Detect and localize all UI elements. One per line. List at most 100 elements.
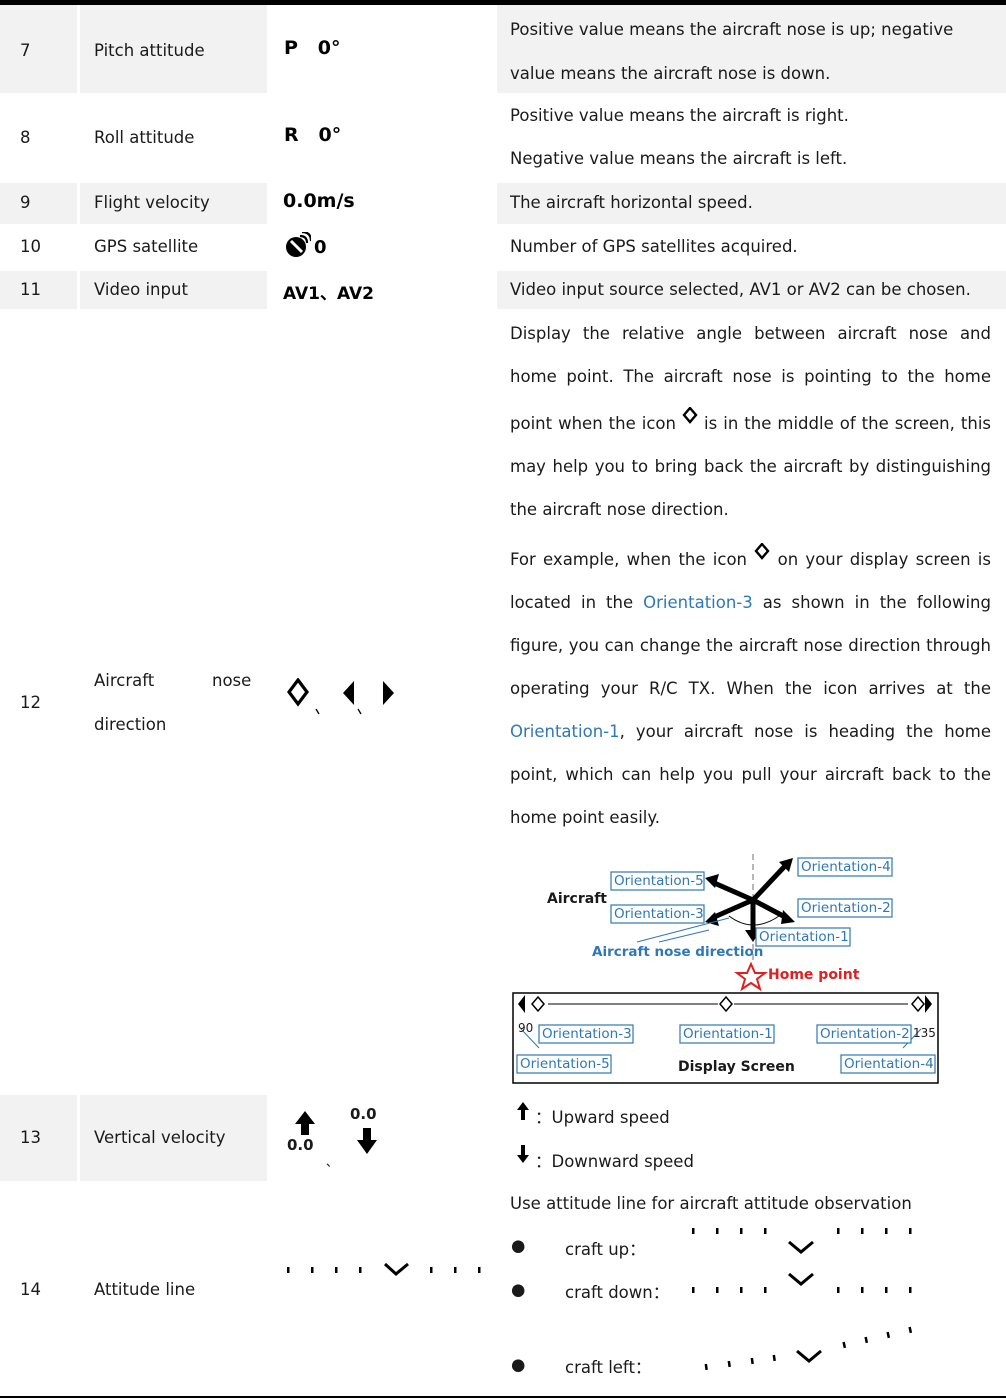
diamond-icon bbox=[682, 398, 698, 424]
pitch-symbol: P 0° bbox=[284, 37, 341, 59]
bullet: ● bbox=[511, 1236, 526, 1255]
row-number: 14 bbox=[20, 1280, 41, 1299]
row-11-number-cell: 11 bbox=[0, 271, 77, 309]
orientation-diagram-labels: Aircraft Orientation-5 Orientation-3 Ori… bbox=[497, 842, 1006, 1092]
down-arrow-icon bbox=[357, 1128, 377, 1154]
left-triangle-icon bbox=[343, 681, 354, 705]
row-name-part: nose bbox=[212, 671, 252, 690]
description-line: The aircraft horizontal speed. bbox=[510, 193, 753, 212]
craft-up-label: craft up： bbox=[565, 1240, 646, 1259]
screen-orientation-4-label: Orientation-4 bbox=[844, 1056, 934, 1072]
satellite-icon bbox=[286, 232, 311, 257]
description-line: Negative value means the aircraft is lef… bbox=[510, 149, 848, 168]
row-8-name-cell: Roll attitude bbox=[80, 96, 267, 180]
row-13-number-cell: 13 bbox=[0, 1095, 77, 1181]
up-arrow-icon bbox=[295, 1111, 315, 1135]
craft-down-label: craft down： bbox=[565, 1283, 670, 1302]
orientation-1-label: Orientation-1 bbox=[759, 929, 849, 945]
screen-orientation-3-label: Orientation-3 bbox=[542, 1026, 632, 1042]
row-number: 11 bbox=[20, 280, 41, 299]
row-7-number-cell: 7 bbox=[0, 5, 77, 93]
aircraft-label: Aircraft bbox=[547, 891, 607, 907]
orientation-3-link[interactable]: Orientation-3 bbox=[643, 593, 753, 612]
attitude-line-intro: Use attitude line for aircraft attitude … bbox=[510, 1194, 912, 1213]
row-9-description-cell: The aircraft horizontal speed. bbox=[497, 183, 1006, 224]
orientation-2-label: Orientation-2 bbox=[801, 900, 891, 916]
description-paragraph: For example, when the icon on your displ… bbox=[510, 534, 991, 839]
row-7-name-cell: Pitch attitude bbox=[80, 5, 267, 93]
row-8-description-cell: Positive value means the aircraft is rig… bbox=[497, 96, 1006, 180]
row-11-description-cell: Video input source selected, AV1 or AV2 … bbox=[497, 271, 1006, 309]
row-number: 9 bbox=[20, 193, 31, 212]
attitude-line-icon bbox=[287, 1262, 481, 1276]
satellite-count: 0 bbox=[314, 237, 327, 258]
row-number: 7 bbox=[20, 41, 31, 60]
row-10-name-cell: GPS satellite bbox=[80, 227, 267, 268]
row-number: 13 bbox=[20, 1128, 41, 1147]
row-12-symbol-cell bbox=[270, 312, 494, 1092]
row-10-symbol-cell: 0 bbox=[270, 227, 494, 268]
row-14-name-cell: Attitude line bbox=[80, 1184, 267, 1396]
row-14-symbol-cell bbox=[270, 1184, 494, 1396]
row-9-number-cell: 9 bbox=[0, 183, 77, 224]
craft-left-attitude-icon bbox=[704, 1326, 913, 1371]
nose-direction-icons bbox=[287, 678, 394, 715]
video-input-symbol: AV1、AV2 bbox=[283, 284, 374, 304]
row-9-symbol-cell: 0.0m/s bbox=[270, 183, 494, 224]
upward-speed-description: ：Upward speed bbox=[535, 1108, 670, 1127]
row-8-symbol-cell: R 0° bbox=[270, 96, 494, 180]
row-12-description-cell: Display the relative angle between aircr… bbox=[497, 312, 1006, 1092]
row-name: Video input bbox=[94, 280, 188, 299]
bullet: ● bbox=[511, 1355, 526, 1374]
screen-orientation-2-label: Orientation-2 bbox=[820, 1026, 910, 1042]
row-name: Pitch attitude bbox=[94, 41, 205, 60]
row-13-description-cell: ：Upward speed ：Downward speed bbox=[497, 1095, 1006, 1181]
right-degree-label: 135 bbox=[913, 1026, 936, 1040]
diamond-icon bbox=[754, 534, 770, 560]
row-name: Roll attitude bbox=[94, 128, 195, 147]
description-line: Video input source selected, AV1 or AV2 … bbox=[510, 280, 971, 299]
left-degree-label: 90 bbox=[518, 1021, 534, 1035]
craft-up-attitude-icon bbox=[692, 1228, 912, 1254]
description-line: value means the aircraft nose is down. bbox=[510, 64, 831, 83]
row-14-number-cell: 14 bbox=[0, 1184, 77, 1396]
display-screen-label: Display Screen bbox=[678, 1059, 795, 1075]
orientation-5-label: Orientation-5 bbox=[614, 873, 704, 889]
downward-speed-value: 0.0 bbox=[350, 1105, 377, 1123]
screen-orientation-1-label: Orientation-1 bbox=[683, 1026, 773, 1042]
roll-symbol: R 0° bbox=[284, 124, 342, 146]
orientation-4-label: Orientation-4 bbox=[801, 859, 891, 875]
row-8-number-cell: 8 bbox=[0, 96, 77, 180]
description-line: Positive value means the aircraft is rig… bbox=[510, 106, 849, 125]
row-number: 12 bbox=[20, 693, 41, 712]
orientation-3-label: Orientation-3 bbox=[614, 906, 704, 922]
upward-speed-value: 0.0 bbox=[287, 1136, 314, 1154]
row-number: 8 bbox=[20, 128, 31, 147]
row-13-name-cell: Vertical velocity bbox=[80, 1095, 267, 1181]
aircraft-nose-direction-label: Aircraft nose direction bbox=[592, 944, 764, 960]
row-11-name-cell: Video input bbox=[80, 271, 267, 309]
craft-left-label: craft left： bbox=[565, 1358, 652, 1377]
up-arrow-icon bbox=[517, 1102, 529, 1120]
table-bottom-border bbox=[0, 1396, 1006, 1398]
row-number: 10 bbox=[20, 237, 41, 256]
row-name: Vertical velocity bbox=[94, 1128, 226, 1147]
row-name: Attitude line bbox=[94, 1280, 196, 1299]
row-name: GPS satellite bbox=[94, 237, 199, 256]
craft-down-attitude-icon bbox=[692, 1272, 912, 1293]
bullet: ● bbox=[511, 1280, 526, 1299]
downward-speed-description: ：Downward speed bbox=[535, 1152, 694, 1171]
diamond-icon bbox=[287, 678, 309, 707]
right-triangle-icon bbox=[383, 681, 394, 705]
row-10-number-cell: 10 bbox=[0, 227, 77, 268]
description-paragraph: Display the relative angle between aircr… bbox=[510, 324, 992, 519]
row-11-symbol-cell: AV1、AV2 bbox=[270, 271, 494, 309]
orientation-1-link[interactable]: Orientation-1 bbox=[510, 722, 620, 741]
row-7-symbol-cell: P 0° bbox=[270, 5, 494, 93]
row-name-part: Aircraft bbox=[94, 671, 155, 690]
row-12-name-cell: Aircraft nose direction bbox=[80, 312, 267, 1092]
description-line: Number of GPS satellites acquired. bbox=[510, 237, 798, 256]
row-9-name-cell: Flight velocity bbox=[80, 183, 267, 224]
row-12-number-cell: 12 bbox=[0, 312, 77, 1092]
row-14-description-cell: Use attitude line for aircraft attitude … bbox=[497, 1184, 1006, 1396]
